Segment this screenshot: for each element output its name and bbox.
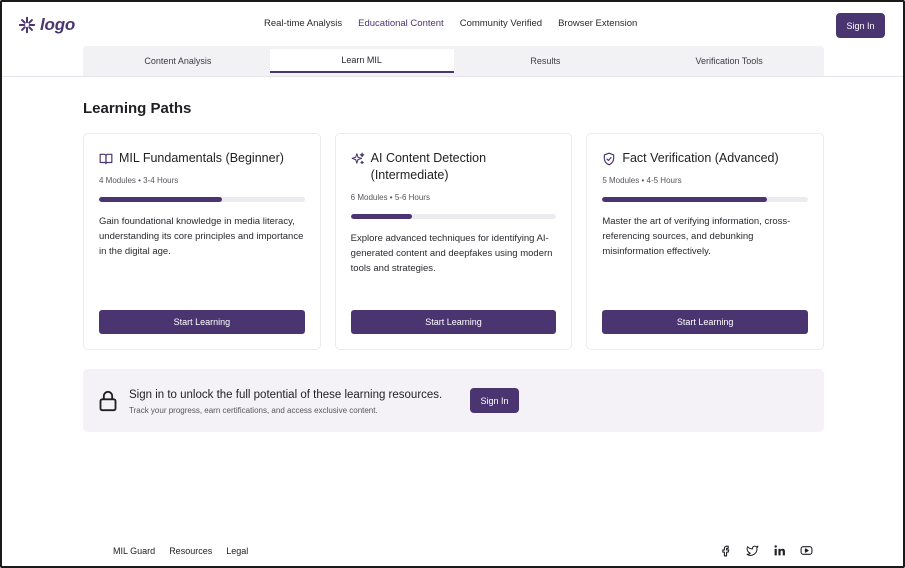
card-title: AI Content Detection (Intermediate) xyxy=(370,151,487,182)
card-title: Fact Verification (Advanced) xyxy=(622,151,779,165)
tab-content-analysis[interactable]: Content Analysis xyxy=(86,49,270,73)
learning-card: Fact Verification (Advanced) 5 Modules •… xyxy=(586,133,825,350)
banner-sign-in-button[interactable]: Sign In xyxy=(470,388,519,413)
start-learning-button[interactable]: Start Learning xyxy=(602,310,809,334)
tab-learn-mil[interactable]: Learn MIL xyxy=(269,49,454,73)
card-description: Gain foundational knowledge in media lit… xyxy=(99,216,304,257)
social-links xyxy=(719,544,813,557)
start-learning-button[interactable]: Start Learning xyxy=(350,310,557,334)
progress-bar xyxy=(99,197,305,202)
footer-link-legal[interactable]: Legal xyxy=(226,546,248,556)
card-meta: 6 Modules • 5-6 Hours xyxy=(350,193,430,202)
header-sign-in-button[interactable]: Sign In xyxy=(836,13,885,38)
tab-list: Content Analysis Learn MIL Results Verif… xyxy=(83,46,824,76)
progress-fill xyxy=(350,214,413,219)
card-description: Master the art of verifying information,… xyxy=(602,216,791,257)
nav-community-verified[interactable]: Community Verified xyxy=(460,18,542,34)
lock-icon xyxy=(99,390,117,412)
tabs-bar: Content Analysis Learn MIL Results Verif… xyxy=(2,46,903,77)
logo[interactable]: logo xyxy=(18,14,75,36)
main-nav: Real-time Analysis Educational Content C… xyxy=(264,18,637,34)
tab-results[interactable]: Results xyxy=(454,49,638,73)
banner-title: Sign in to unlock the full potential of … xyxy=(129,389,443,401)
tab-verification-tools[interactable]: Verification Tools xyxy=(637,49,821,73)
nav-real-time-analysis[interactable]: Real-time Analysis xyxy=(264,18,342,34)
card-meta: 5 Modules • 4-5 Hours xyxy=(602,176,682,185)
nav-educational-content[interactable]: Educational Content xyxy=(358,18,444,34)
footer-links: MIL Guard Resources Legal xyxy=(113,546,248,556)
twitter-icon[interactable] xyxy=(746,544,759,557)
footer-link-resources[interactable]: Resources xyxy=(169,546,212,556)
footer-link-mil-guard[interactable]: MIL Guard xyxy=(113,546,155,556)
learning-card: MIL Fundamentals (Beginner) 4 Modules • … xyxy=(83,133,321,350)
app-window: logo Real-time Analysis Educational Cont… xyxy=(0,0,905,568)
card-meta: 4 Modules • 3-4 Hours xyxy=(99,176,179,185)
nav-browser-extension[interactable]: Browser Extension xyxy=(558,18,637,34)
progress-fill xyxy=(99,197,223,202)
logo-icon xyxy=(18,16,36,34)
start-learning-button[interactable]: Start Learning xyxy=(99,310,305,334)
progress-bar xyxy=(350,214,557,219)
learning-path-cards: MIL Fundamentals (Beginner) 4 Modules • … xyxy=(83,133,825,350)
logo-text: logo xyxy=(40,15,76,34)
banner-subtitle: Track your progress, earn certifications… xyxy=(129,406,378,415)
shield-check-icon xyxy=(604,152,615,166)
signin-banner: Sign in to unlock the full potential of … xyxy=(83,369,824,432)
youtube-icon[interactable] xyxy=(800,544,813,557)
learning-card: AI Content Detection (Intermediate) 6 Mo… xyxy=(334,133,573,350)
book-icon xyxy=(99,153,113,165)
facebook-icon[interactable] xyxy=(719,544,732,557)
sparkles-icon xyxy=(351,152,365,165)
card-description: Explore advanced techniques for identify… xyxy=(350,233,553,274)
progress-bar xyxy=(602,197,809,202)
progress-fill xyxy=(602,197,767,202)
card-title: MIL Fundamentals (Beginner) xyxy=(119,151,284,165)
section-title: Learning Paths xyxy=(83,100,192,117)
top-header: logo Real-time Analysis Educational Cont… xyxy=(2,2,903,46)
linkedin-icon[interactable] xyxy=(773,544,786,557)
